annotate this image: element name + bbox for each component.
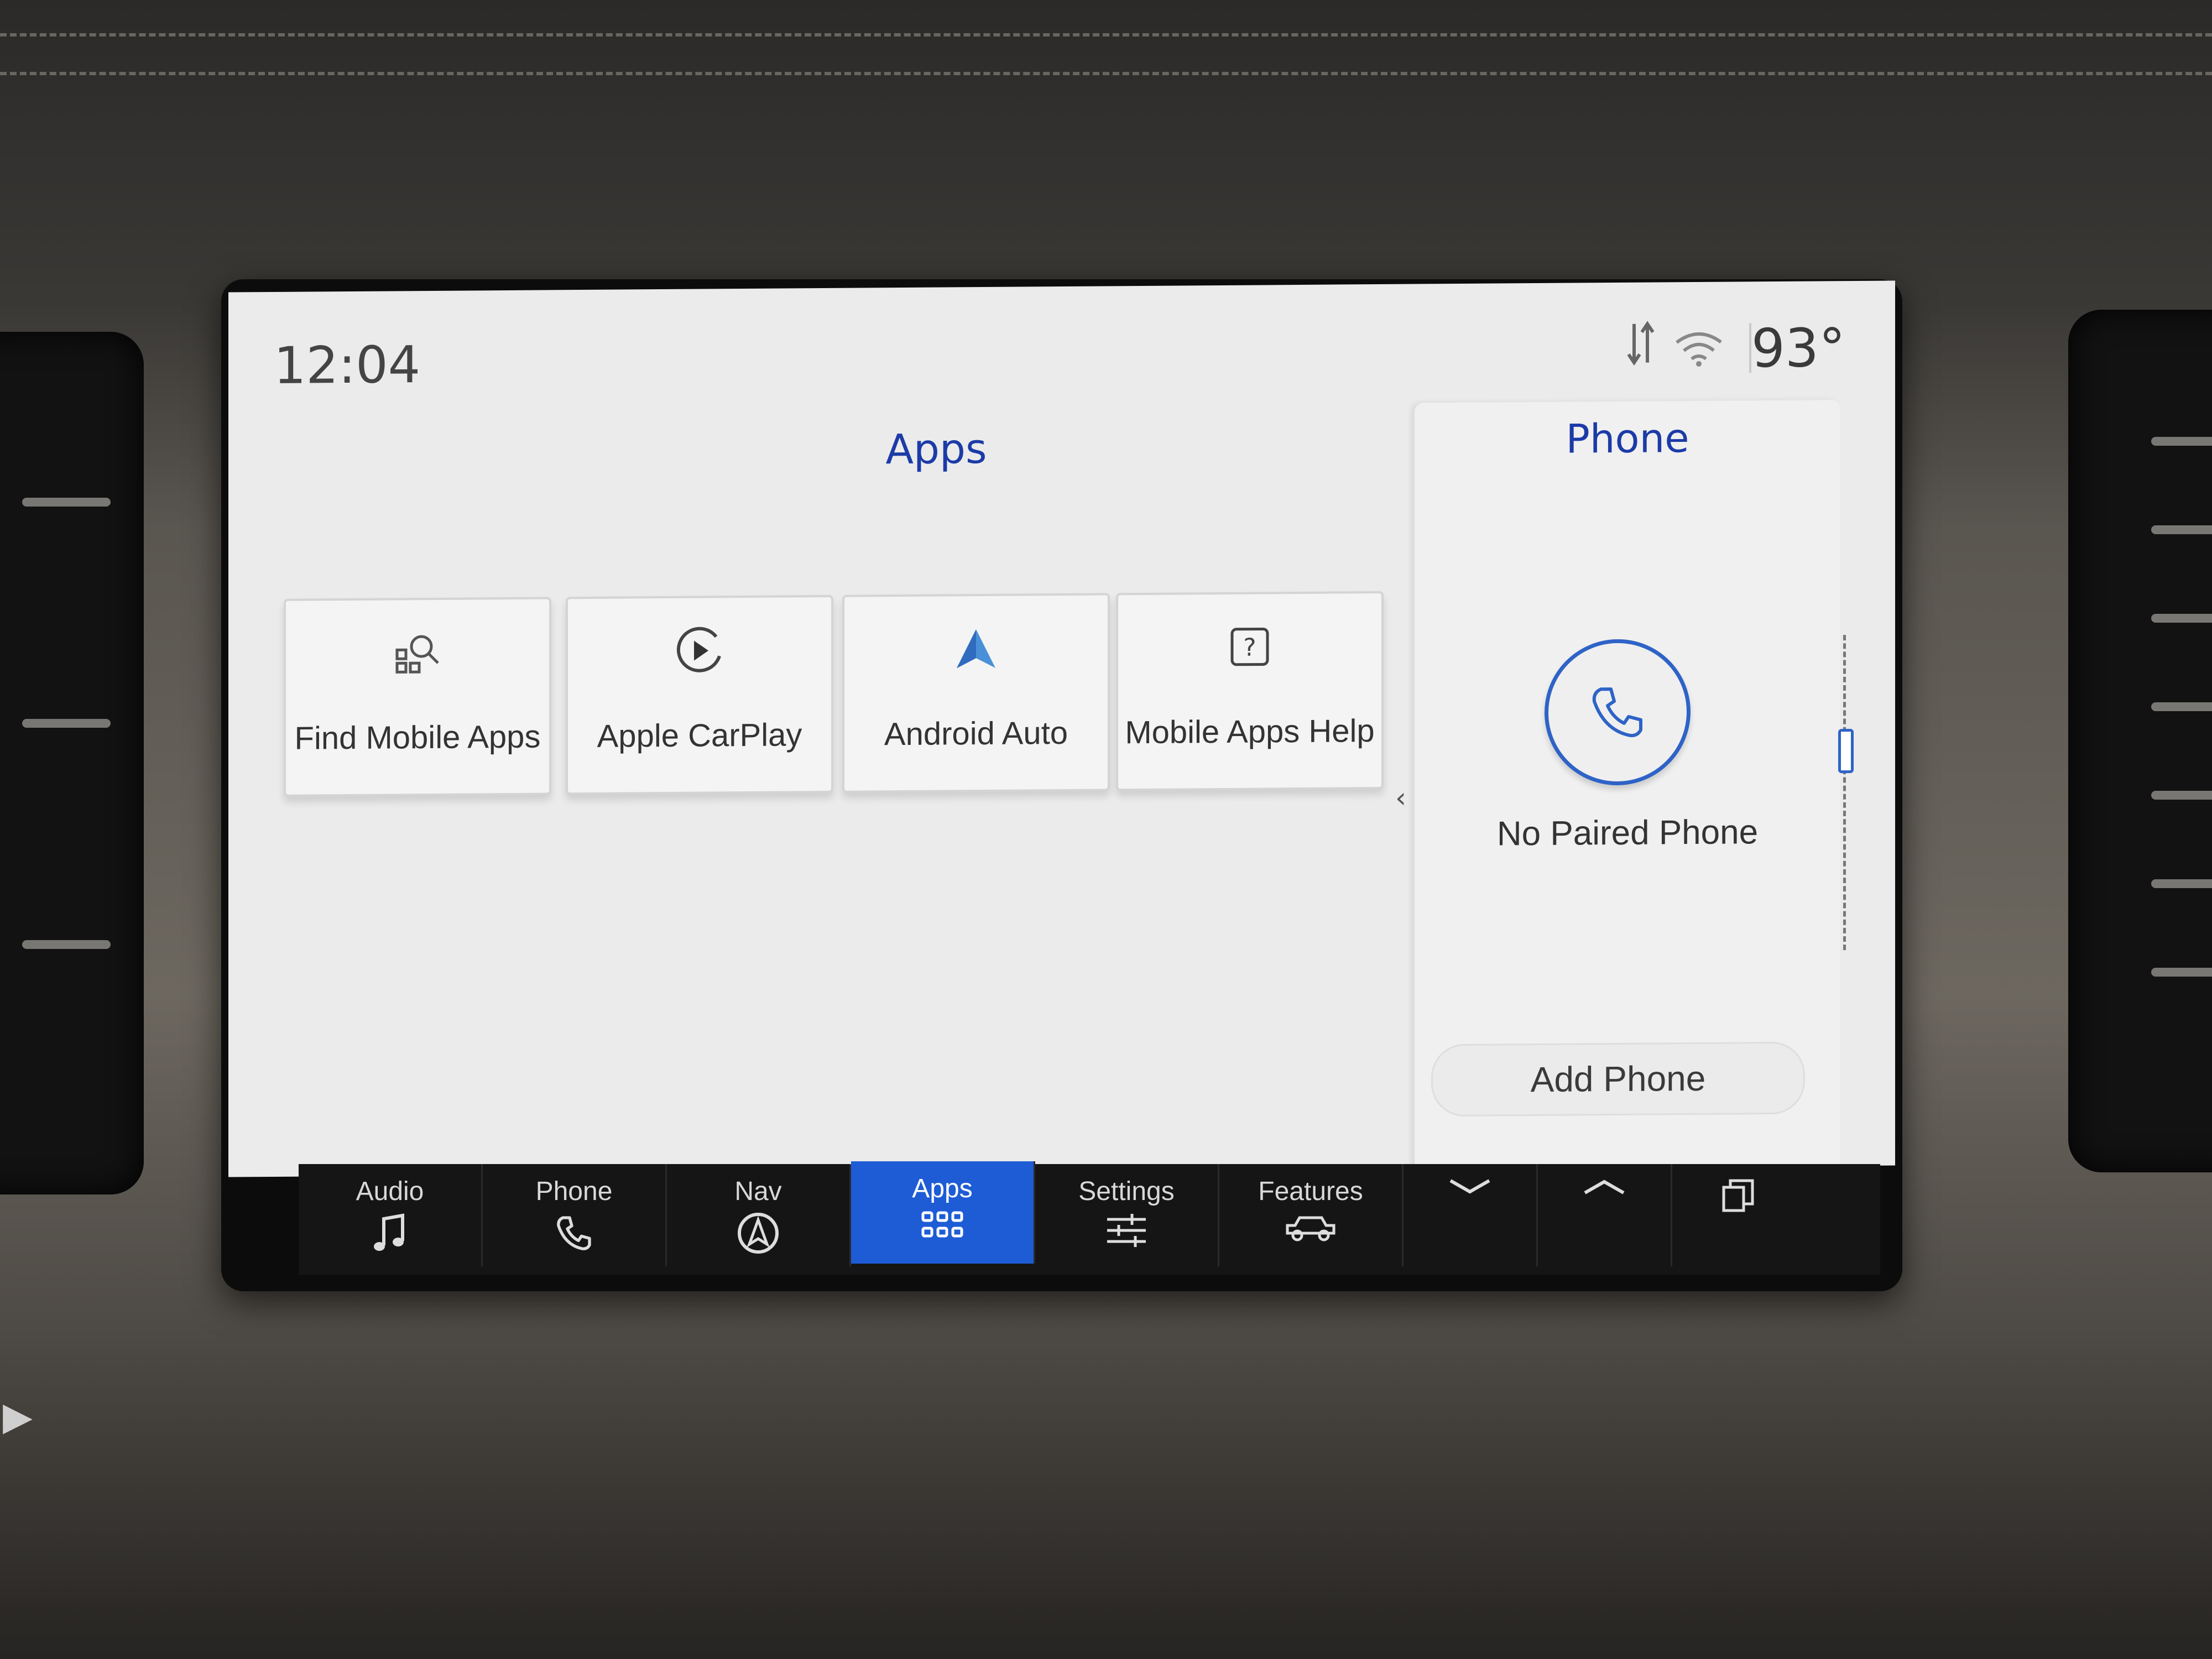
vehicle-icon [1219, 1211, 1402, 1255]
tile-label: Android Auto [884, 714, 1068, 753]
infotainment-screen: 12:04 93° Apps Find Mobile Apps Apple Ca… [221, 279, 1902, 1291]
nav-label: Audio [356, 1177, 424, 1206]
window-stack-icon [1672, 1176, 1805, 1220]
music-note-icon [299, 1211, 481, 1255]
display-area: 12:04 93° Apps Find Mobile Apps Apple Ca… [228, 280, 1895, 1177]
find-mobile-apps-tile[interactable]: Find Mobile Apps [284, 597, 551, 797]
tile-label: Apple CarPlay [597, 717, 802, 754]
nav-label: Settings [1078, 1177, 1175, 1206]
data-transfer-icon [1624, 318, 1657, 378]
nav-settings[interactable]: Settings [1035, 1164, 1219, 1266]
dash-stitching [0, 72, 2212, 75]
tile-label: Mobile Apps Help [1125, 713, 1375, 751]
nav-phone[interactable]: Phone [483, 1164, 667, 1266]
svg-text:?: ? [1243, 634, 1256, 662]
phone-panel-title: Phone [1566, 415, 1689, 462]
no-paired-phone-text: No Paired Phone [1496, 813, 1759, 853]
nav-label: Nav [734, 1177, 782, 1206]
chevron-down-icon [1404, 1176, 1536, 1220]
nav-scroll-down[interactable] [1404, 1164, 1538, 1266]
phone-panel: Phone No Paired Phone Add Phone [1415, 400, 1840, 1177]
clock: 12:04 [274, 335, 421, 395]
left-air-vent: ▶ [0, 332, 144, 1439]
wifi-icon [1674, 326, 1724, 378]
phone-icon [1592, 687, 1642, 738]
bottom-nav-bar: Audio Phone Nav Apps Settings Features [299, 1161, 1880, 1275]
apps-title: Apps [885, 425, 987, 474]
chevron-left-icon[interactable]: ‹ [1395, 782, 1406, 814]
outside-temperature: 93° [1751, 317, 1845, 380]
phone-icon [483, 1211, 665, 1255]
navigation-icon [667, 1211, 849, 1255]
scrollbar-thumb[interactable] [1838, 729, 1854, 774]
car-dashboard: { "status_bar": { "time": "12:04", "temp… [0, 0, 2212, 1659]
apple-carplay-tile[interactable]: Apple CarPlay [566, 594, 833, 795]
phone-call-button[interactable] [1545, 639, 1691, 786]
dash-stitching [0, 33, 2212, 36]
chevron-up-icon [1538, 1176, 1671, 1220]
android-auto-tile[interactable]: Android Auto [842, 593, 1110, 793]
nav-apps[interactable]: Apps [851, 1161, 1035, 1264]
apps-grid-icon [851, 1208, 1034, 1253]
carplay-icon [568, 617, 831, 685]
nav-audio[interactable]: Audio [299, 1164, 483, 1266]
nav-navigation[interactable]: Nav [667, 1164, 851, 1266]
android-auto-icon [844, 614, 1108, 682]
nav-label: Features [1258, 1177, 1363, 1206]
help-icon: ? [1118, 613, 1381, 681]
panel-scrollbar[interactable] [1843, 635, 1849, 951]
nav-windows[interactable] [1672, 1164, 1805, 1266]
nav-label: Phone [535, 1177, 613, 1206]
tile-label: Find Mobile Apps [294, 718, 541, 757]
find-apps-icon [286, 618, 549, 686]
nav-label: Apps [912, 1174, 973, 1203]
sliders-icon [1035, 1211, 1218, 1255]
add-phone-button[interactable]: Add Phone [1431, 1041, 1805, 1117]
nav-features[interactable]: Features [1219, 1164, 1404, 1266]
nav-scroll-up[interactable] [1538, 1164, 1672, 1266]
mobile-apps-help-tile[interactable]: ? Mobile Apps Help [1116, 591, 1384, 791]
right-air-vent [2068, 310, 2212, 1172]
